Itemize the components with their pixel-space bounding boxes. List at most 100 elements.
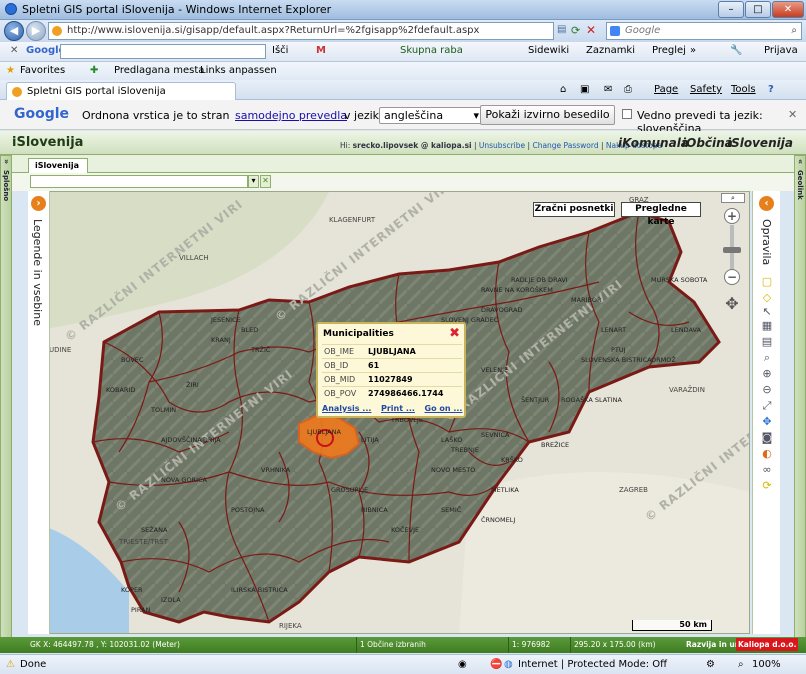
- municipality-label: LENDAVA: [671, 326, 702, 334]
- toolbar-close-icon[interactable]: ✕: [10, 45, 18, 56]
- url-input[interactable]: http://www.islovenija.si/gisapp/default.…: [48, 22, 554, 40]
- legend-panel[interactable]: › Legende in vsebine: [28, 191, 50, 634]
- toolbar-share-button[interactable]: Skupna raba: [400, 45, 463, 56]
- camera-icon[interactable]: ◙: [759, 431, 775, 444]
- iobcina-logo[interactable]: iObčina: [682, 136, 733, 150]
- toolbar-sidewiki-button[interactable]: Sidewiki: [528, 45, 569, 56]
- zoom-out-button[interactable]: −: [724, 269, 740, 285]
- safety-menu[interactable]: Safety: [690, 84, 722, 95]
- measure-icon[interactable]: ◐: [759, 447, 775, 460]
- zoom-in-tool-icon[interactable]: ⊕: [759, 367, 775, 380]
- company-badge[interactable]: Kaliopa d.o.o.: [736, 638, 799, 651]
- select-tool-icon[interactable]: ▢: [759, 275, 775, 288]
- back-button[interactable]: ◀: [4, 21, 24, 41]
- home-icon[interactable]: ⌂: [560, 84, 566, 95]
- zoom-search-icon[interactable]: ⌕: [721, 193, 745, 203]
- toolbar-more-icon[interactable]: »: [690, 45, 696, 56]
- mail-icon[interactable]: ✉: [604, 84, 612, 95]
- pan-tool-icon[interactable]: ✥: [759, 415, 775, 428]
- toolbar-review-button[interactable]: Preglej: [652, 45, 686, 56]
- expand-right-icon[interactable]: «: [796, 159, 805, 164]
- tools-panel[interactable]: ‹ Opravila ▢ ◇ ↖ ▦ ▤ ⌕ ⊕ ⊖ ⤢ ✥ ◙ ◐ ∞ ⟳: [752, 191, 780, 634]
- tools-menu[interactable]: Tools: [731, 84, 756, 95]
- toolbar-gmail-button[interactable]: M: [316, 45, 326, 56]
- layer-select-chevron-icon[interactable]: ▾: [248, 175, 259, 188]
- print-icon[interactable]: ⎙: [624, 84, 632, 95]
- print-link[interactable]: Print ...: [381, 404, 415, 413]
- municipality-label: RIBNICA: [361, 506, 388, 514]
- zoom-slider-handle[interactable]: [723, 247, 741, 253]
- translate-mid: v jezik:: [344, 109, 383, 122]
- analysis-link[interactable]: Analysis ...: [322, 404, 371, 413]
- legend-collapse-icon[interactable]: ›: [31, 196, 46, 211]
- search-input[interactable]: Google ⌕: [606, 22, 802, 40]
- zoom-level[interactable]: 100%: [752, 659, 781, 670]
- zone-settings-icon[interactable]: ⚙: [706, 659, 715, 670]
- layer-select[interactable]: [30, 175, 248, 188]
- toolbar-search-button[interactable]: Išči: [272, 45, 288, 56]
- always-translate-checkbox[interactable]: [622, 109, 632, 119]
- link-icon[interactable]: ∞: [759, 463, 775, 476]
- help-icon[interactable]: ?: [768, 84, 774, 95]
- toolbar-settings-icon[interactable]: 🔧: [730, 45, 742, 56]
- expand-left-icon[interactable]: »: [2, 159, 11, 164]
- pointer-tool-icon[interactable]: ↖: [759, 305, 775, 318]
- select-polygon-icon[interactable]: ◇: [759, 291, 775, 304]
- refresh-map-icon[interactable]: ⟳: [759, 479, 775, 492]
- attribute-table-icon[interactable]: ▦: [759, 319, 775, 332]
- municipality-label: TOLMIN: [150, 406, 176, 414]
- suggested-sites-link[interactable]: Predlagana mesta: [114, 65, 204, 76]
- unsubscribe-link[interactable]: Unsubscribe: [479, 141, 525, 150]
- zoom-window-icon[interactable]: ⌕: [759, 351, 775, 364]
- favorites-button[interactable]: Favorites: [20, 65, 65, 76]
- clear-selection-icon[interactable]: ✕: [260, 175, 271, 188]
- refresh-icon[interactable]: ⟳: [571, 24, 580, 37]
- municipality-label: MURSKA SOBOTA: [651, 276, 708, 284]
- pan-control-icon[interactable]: ✥: [721, 293, 743, 315]
- browser-tab[interactable]: Spletni GIS portal iSlovenija: [6, 82, 236, 100]
- islovenija-logo[interactable]: iSlovenija: [727, 136, 793, 150]
- change-password-link[interactable]: Change Password: [532, 141, 598, 150]
- app-header: iSlovenija Hi: srecko.lipovsek @ kaliopa…: [0, 131, 806, 155]
- zoom-out-tool-icon[interactable]: ⊖: [759, 383, 775, 396]
- full-extent-icon[interactable]: ⤢: [759, 399, 775, 412]
- aerial-photos-button[interactable]: Zračni posnetki: [533, 202, 615, 217]
- close-window-button[interactable]: ✕: [772, 1, 804, 18]
- compat-view-icon[interactable]: ▤: [557, 24, 566, 35]
- search-go-icon[interactable]: ⌕: [791, 23, 797, 39]
- tools-collapse-icon[interactable]: ‹: [759, 196, 774, 211]
- translate-language-select[interactable]: angleščina ▾: [379, 107, 483, 124]
- ikomunala-logo[interactable]: iKomunala: [618, 136, 689, 150]
- right-side-panel[interactable]: « Geolink: [794, 155, 806, 640]
- links-anpassen-link[interactable]: Links anpassen: [200, 65, 277, 76]
- popup-blocker-icon[interactable]: ⛔: [490, 659, 502, 670]
- forward-button[interactable]: ▶: [26, 21, 46, 41]
- translate-auto-link[interactable]: samodejno prevedla: [235, 109, 347, 122]
- maximize-button[interactable]: □: [745, 1, 771, 18]
- google-toolbar-input[interactable]: [60, 44, 266, 59]
- page-menu[interactable]: Page: [654, 84, 678, 95]
- go-on-link[interactable]: Go on ...: [425, 404, 463, 413]
- popup-close-icon[interactable]: ✖: [449, 326, 460, 341]
- add-favorite-icon[interactable]: ✚: [90, 65, 98, 76]
- toolbar-signin-button[interactable]: Prijava: [764, 45, 798, 56]
- document-icon[interactable]: ▤: [759, 335, 775, 348]
- left-side-panel[interactable]: » Splošno: [0, 155, 12, 640]
- show-original-button[interactable]: Pokaži izvirno besedilo: [480, 105, 615, 125]
- scale-bar: 50 km: [632, 620, 712, 631]
- stop-icon[interactable]: ✕: [586, 23, 596, 37]
- attr-key: OB_ID: [322, 358, 366, 373]
- translate-close-icon[interactable]: ✕: [788, 108, 797, 121]
- overview-maps-button[interactable]: Pregledne karte: [621, 202, 701, 227]
- city-label: VILLACH: [179, 254, 209, 262]
- zone-label: Internet | Protected Mode: Off: [518, 659, 668, 670]
- feeds-icon[interactable]: ▣: [580, 84, 589, 95]
- chevron-down-icon: ▾: [473, 109, 479, 122]
- toolbar-bookmarks-button[interactable]: Zaznamki: [586, 45, 635, 56]
- zoom-in-button[interactable]: +: [724, 208, 740, 224]
- privacy-icon[interactable]: ◉: [458, 659, 467, 670]
- tab-islovenija[interactable]: iSlovenija: [28, 158, 88, 173]
- minimize-button[interactable]: –: [718, 1, 744, 18]
- zoom-icon[interactable]: ⌕: [738, 659, 744, 670]
- municipality-label: TREBNJE: [450, 446, 479, 454]
